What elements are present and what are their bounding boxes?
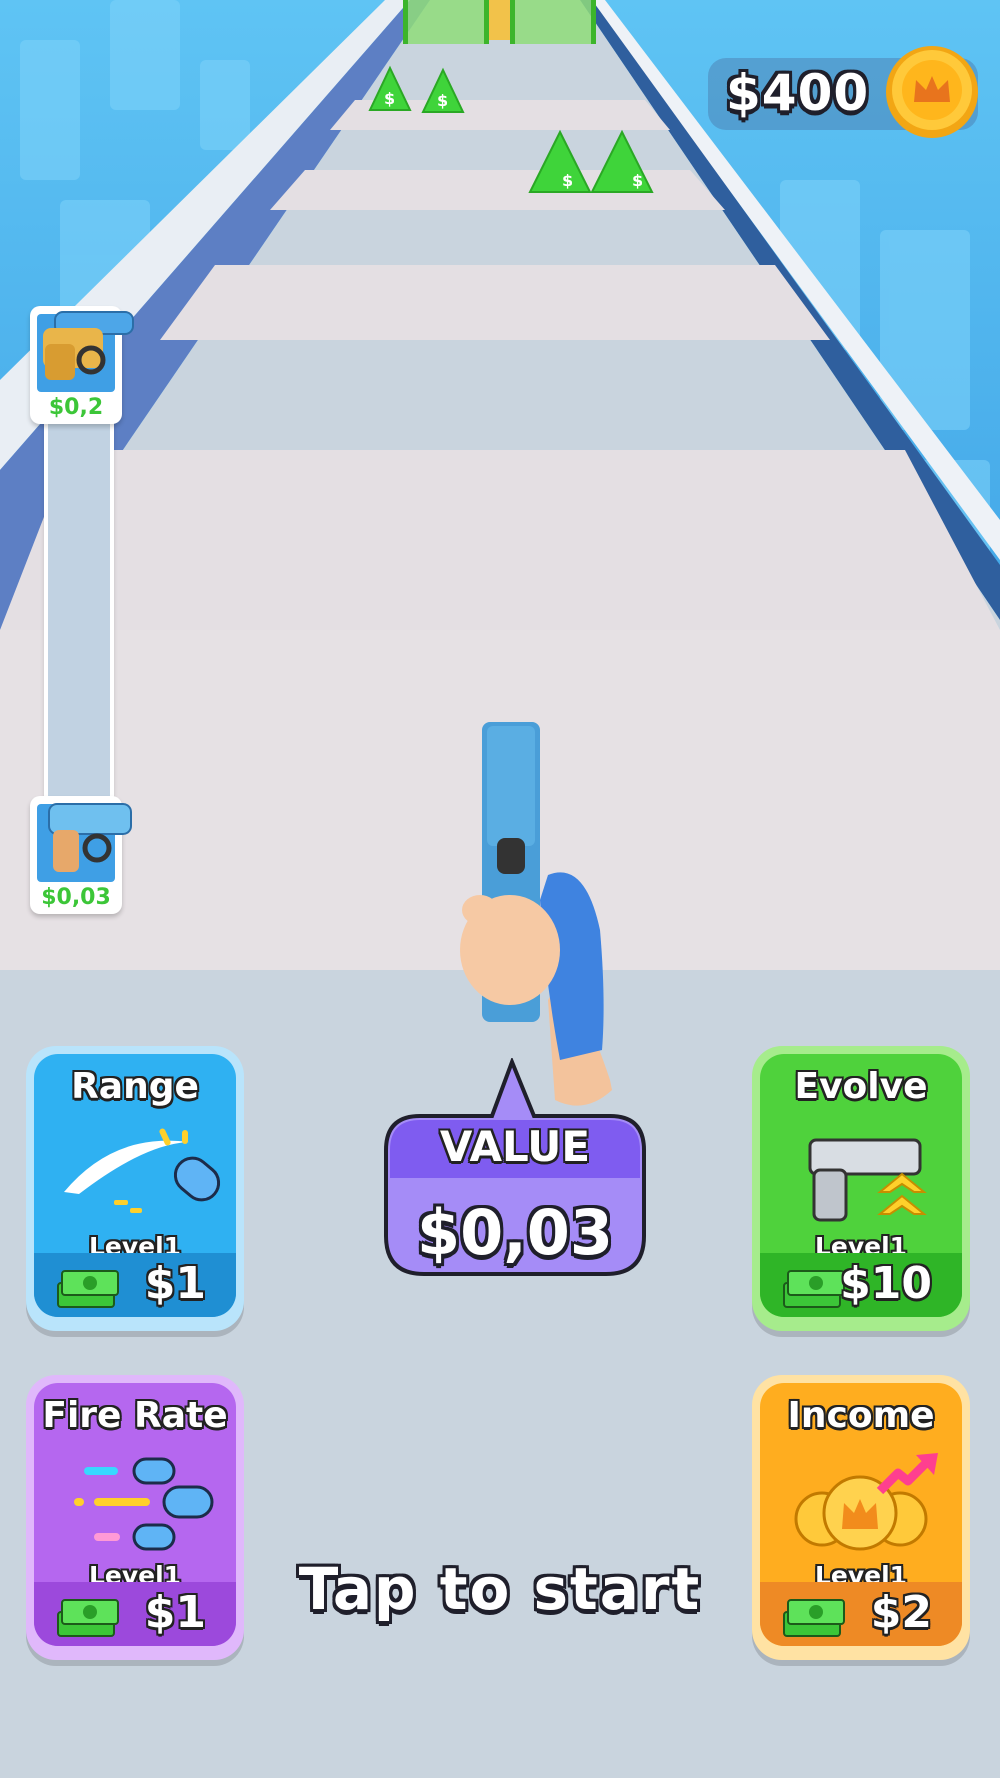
value-amount: $0,03	[416, 1196, 614, 1269]
fire-rate-cost: $1	[144, 1587, 206, 1638]
svg-text:$: $	[632, 171, 643, 190]
income-cost: $2	[870, 1587, 932, 1638]
evolve-cost: $10	[840, 1258, 932, 1309]
evolve-title: Evolve	[794, 1066, 928, 1107]
svg-text:$: $	[437, 91, 448, 110]
value-label: VALUE	[439, 1122, 591, 1171]
range-cost: $1	[144, 1258, 206, 1309]
coins-income-icon	[794, 1453, 938, 1551]
cash-stack-icon	[57, 1270, 119, 1308]
crown-coin-icon	[886, 46, 978, 138]
next-weapon-card: $0,2	[30, 306, 134, 424]
evolve-upgrade-button[interactable]: Evolve Level1 $10	[752, 1046, 970, 1331]
svg-text:$: $	[384, 89, 395, 108]
range-title: Range	[71, 1066, 199, 1107]
svg-text:$: $	[562, 171, 573, 190]
cash-stack-icon	[57, 1599, 119, 1637]
value-bubble: VALUE $0,03	[380, 1058, 650, 1280]
cash-stack-icon	[783, 1270, 845, 1308]
currency-amount: $400	[726, 64, 870, 122]
range-upgrade-button[interactable]: Range Level1 $1	[26, 1046, 244, 1331]
pistol-upgrade-icon	[808, 1138, 927, 1222]
income-title: Income	[787, 1395, 935, 1436]
water-pistol-gold-icon	[37, 311, 134, 392]
bullets-fire-rate-icon	[74, 1457, 214, 1551]
range-price-bar: $1	[34, 1253, 236, 1317]
current-weapon-card: $0,03	[30, 796, 132, 914]
current-weapon-price: $0,03	[41, 885, 111, 910]
water-pistol-blue-icon	[37, 803, 132, 882]
weapon-progress-track	[44, 418, 114, 802]
fire-rate-title: Fire Rate	[42, 1395, 228, 1436]
next-weapon-price: $0,2	[48, 395, 104, 420]
evolve-price-bar: $10	[760, 1253, 962, 1317]
bullet-range-icon	[64, 1128, 221, 1213]
tap-to-start-prompt[interactable]: Tap to start	[200, 1555, 800, 1623]
